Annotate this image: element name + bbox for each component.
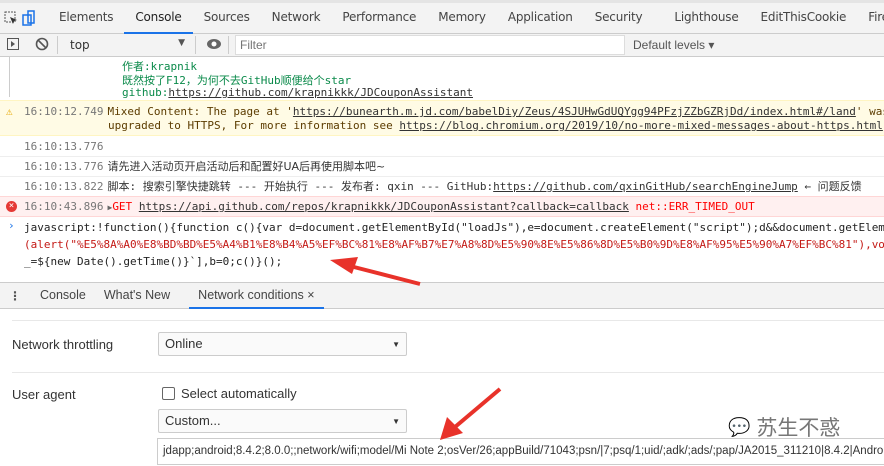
context-value: top: [70, 38, 90, 52]
searchenginejump-link[interactable]: https://github.com/qxinGitHub/searchEngi…: [493, 180, 798, 193]
prompt-chevron-icon: ›: [8, 219, 15, 232]
drawer-tab-whats-new[interactable]: What's New: [95, 283, 179, 309]
drawer-tabbar: ⋮ Console What's New Network conditions …: [0, 282, 884, 309]
network-throttling-select[interactable]: Online ▼: [158, 332, 407, 356]
tab-lighthouse[interactable]: Lighthouse: [663, 3, 749, 34]
warning-link-page[interactable]: https://bunearth.m.jd.com/babelDiy/Zeus/…: [293, 105, 856, 118]
default-levels-dropdown[interactable]: Default levels ▾: [633, 38, 714, 52]
tab-security[interactable]: Security: [584, 3, 654, 34]
tab-performance[interactable]: Performance: [331, 3, 427, 34]
log-row: 16:10:13.776: [0, 137, 884, 157]
drawer-tab-console[interactable]: Console: [31, 283, 95, 309]
tab-firephp[interactable]: FirePHP: [857, 3, 884, 34]
wechat-icon: 💬: [728, 416, 751, 438]
error-message: × 16:10:43.896 ▶GET https://api.github.co…: [0, 196, 884, 217]
console-toolbar: top ▼ Default levels ▾: [0, 34, 884, 57]
warning-link-blog[interactable]: https://blog.chromium.org/2019/10/no-mor…: [399, 119, 882, 132]
chevron-down-icon: ▼: [392, 417, 400, 426]
drawer-tab-network-conditions[interactable]: Network conditions ×: [189, 283, 324, 309]
tab-editthiscookie[interactable]: EditThisCookie: [750, 3, 858, 34]
filter-input[interactable]: [235, 35, 625, 55]
device-toolbar-icon[interactable]: [22, 6, 36, 30]
console-input[interactable]: javascript:!function(){function c(){var …: [24, 219, 884, 270]
network-throttling-label: Network throttling: [12, 337, 114, 352]
context-selector[interactable]: top ▼: [64, 38, 189, 52]
console-info-line: github:https://github.com/krapnikkk/JDCo…: [122, 86, 473, 99]
warning-message: ⚠ 16:10:12.749 Mixed Content: The page at…: [0, 100, 884, 136]
tab-network[interactable]: Network: [261, 3, 332, 34]
github-link[interactable]: https://github.com/krapnikkk/JDCouponAss…: [168, 86, 473, 99]
clear-console-icon[interactable]: [35, 37, 51, 54]
watermark: 💬 苏生不惑: [728, 416, 841, 440]
chevron-down-icon: ▼: [178, 38, 185, 48]
tab-memory[interactable]: Memory: [427, 3, 497, 34]
devtools-tabbar: Elements Console Sources Network Perform…: [0, 0, 884, 34]
tab-sources[interactable]: Sources: [193, 3, 261, 34]
warning-icon: ⚠: [6, 105, 13, 118]
tab-console[interactable]: Console: [124, 3, 193, 34]
drawer-menu-icon[interactable]: ⋮: [9, 289, 21, 303]
select-automatically-label: Select automatically: [181, 386, 297, 401]
log-row: 16:10:13.776 请先进入活动页开启活动后和配置好UA后再使用脚本吧~: [0, 157, 884, 177]
user-agent-label: User agent: [12, 387, 76, 402]
tab-application[interactable]: Application: [497, 3, 584, 34]
log-row: 16:10:13.822 脚本: 搜索引擎快捷跳转 --- 开始执行 --- 发布…: [0, 177, 884, 197]
tab-elements[interactable]: Elements: [48, 3, 124, 34]
error-icon: ×: [6, 201, 17, 212]
user-agent-select[interactable]: Custom... ▼: [158, 409, 407, 433]
error-url-link[interactable]: https://api.github.com/repos/krapnikkk/J…: [139, 200, 629, 213]
console-messages: 作者:krapnik 既然按了F12，为何不去GitHub顺便给个star gi…: [0, 57, 884, 270]
user-agent-input[interactable]: jdapp;android;8.4.2;8.0.0;;network/wifi;…: [157, 438, 884, 465]
sidebar-toggle-icon[interactable]: [7, 37, 23, 53]
eye-icon[interactable]: [206, 38, 222, 53]
close-icon[interactable]: ×: [307, 288, 314, 302]
chevron-down-icon: ▼: [392, 340, 400, 349]
select-automatically-checkbox[interactable]: [162, 387, 175, 400]
inspect-element-icon[interactable]: [4, 6, 18, 30]
